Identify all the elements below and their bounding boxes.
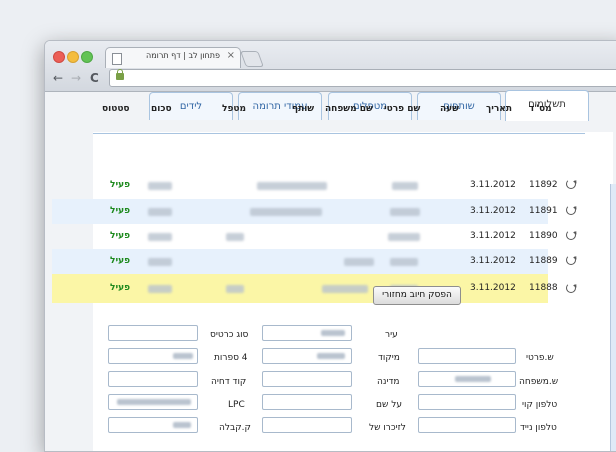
- country-field[interactable]: [262, 371, 352, 387]
- header-time[interactable]: שעה: [440, 104, 459, 114]
- label-lpc: LPC: [228, 400, 245, 410]
- redacted-first-name: [388, 233, 420, 241]
- row-status: פעיל: [110, 206, 131, 216]
- table-row-highlighted[interactable]: 11888 3.11.2012 פעיל: [52, 274, 576, 303]
- zip-field[interactable]: [262, 348, 352, 364]
- header-status[interactable]: סטטוס: [102, 104, 130, 114]
- city-field[interactable]: [262, 325, 352, 341]
- tabs-divider: [93, 133, 585, 134]
- decline-code-field[interactable]: [108, 371, 198, 387]
- table-row[interactable]: 11892 3.11.2012 פעיל: [52, 173, 576, 198]
- row-id: 11889: [529, 256, 558, 266]
- refresh-icon[interactable]: [566, 255, 576, 265]
- redacted-first-name: [392, 182, 418, 190]
- label-last-4-digits: 4 ספרות: [214, 353, 248, 363]
- label-zip: מיקוד: [378, 353, 400, 363]
- reload-icon[interactable]: C: [90, 71, 99, 85]
- row-date: 3.11.2012: [470, 283, 516, 293]
- stop-recurring-charge-button[interactable]: הפסק חיוב מחזורי: [373, 286, 461, 305]
- row-date: 3.11.2012: [470, 206, 516, 216]
- lpc-field[interactable]: [108, 394, 198, 410]
- close-window-button[interactable]: [53, 51, 65, 63]
- redacted-amount: [148, 285, 172, 293]
- redacted-partner: [257, 182, 327, 190]
- row-date: 3.11.2012: [470, 180, 516, 190]
- redacted-handler: [226, 285, 244, 293]
- redacted-amount: [148, 233, 172, 241]
- forward-icon[interactable]: →: [71, 71, 81, 85]
- label-city: עיר: [385, 330, 398, 340]
- redacted-partner: [250, 208, 322, 216]
- page-icon: [112, 53, 122, 65]
- lock-icon: [116, 69, 124, 80]
- redacted-first-name: [390, 208, 420, 216]
- refresh-icon[interactable]: [566, 179, 576, 189]
- redacted-amount: [148, 258, 172, 266]
- redacted-last-name: [322, 285, 368, 293]
- row-id: 11891: [529, 206, 558, 216]
- label-last-name: ש.משפחה: [519, 377, 559, 387]
- label-on-behalf: על שם: [376, 400, 402, 410]
- browser-chrome: פתחון לב | דף תרומה × ← → C: [45, 41, 616, 92]
- on-behalf-field[interactable]: [262, 394, 352, 410]
- label-first-name: ש.פרטי: [526, 353, 554, 363]
- minimize-window-button[interactable]: [67, 51, 79, 63]
- table-row[interactable]: 11889 3.11.2012 פעיל: [52, 249, 576, 274]
- redacted-last-name: [344, 258, 374, 266]
- close-tab-icon[interactable]: ×: [227, 50, 235, 61]
- table-row[interactable]: 11891 3.11.2012 פעיל: [52, 199, 576, 224]
- receipt-field[interactable]: [108, 417, 198, 433]
- header-last-name[interactable]: שם משפחה: [325, 104, 373, 114]
- label-landline: טלפון קוי: [522, 400, 558, 410]
- header-handler[interactable]: מטפל: [222, 104, 246, 114]
- label-decline-code: קוד דחיה: [211, 377, 247, 387]
- browser-tab[interactable]: פתחון לב | דף תרומה ×: [105, 47, 241, 68]
- header-first-name[interactable]: שם פרטי: [384, 104, 420, 114]
- back-icon[interactable]: ←: [53, 71, 63, 85]
- row-id: 11890: [529, 231, 558, 241]
- redacted-handler: [226, 233, 244, 241]
- label-receipt: ק.קבלה: [219, 423, 251, 433]
- row-date: 3.11.2012: [470, 256, 516, 266]
- address-bar[interactable]: [109, 69, 616, 87]
- row-id: 11888: [529, 283, 558, 293]
- mobile-field[interactable]: [418, 417, 516, 433]
- landline-field[interactable]: [418, 394, 516, 410]
- zoom-window-button[interactable]: [81, 51, 93, 63]
- row-status: פעיל: [110, 256, 131, 266]
- label-in-memory: לזיכרו של: [369, 423, 406, 433]
- header-date[interactable]: תאריך: [486, 104, 512, 114]
- last-name-field[interactable]: [418, 371, 516, 387]
- last-4-digits-field[interactable]: [108, 348, 198, 364]
- in-memory-field[interactable]: [262, 417, 352, 433]
- new-tab-button[interactable]: [240, 51, 264, 67]
- table-row[interactable]: 11890 3.11.2012 פעיל: [52, 224, 576, 249]
- row-status: פעיל: [110, 231, 131, 241]
- label-card-type: סוג כרטיס: [210, 330, 249, 340]
- side-rail: [610, 184, 616, 451]
- card-type-field[interactable]: [108, 325, 198, 341]
- first-name-field[interactable]: [418, 348, 516, 364]
- refresh-icon[interactable]: [566, 205, 576, 215]
- row-id: 11892: [529, 180, 558, 190]
- label-country: מדינה: [377, 377, 400, 387]
- refresh-icon[interactable]: [566, 230, 576, 240]
- redacted-amount: [148, 182, 172, 190]
- row-status: פעיל: [110, 180, 131, 190]
- redacted-amount: [148, 208, 172, 216]
- header-partner[interactable]: שותף: [292, 104, 314, 114]
- header-amount[interactable]: סכום: [151, 104, 172, 114]
- header-id[interactable]: מס"ד: [529, 104, 552, 114]
- browser-tab-title: פתחון לב | דף תרומה: [146, 51, 220, 60]
- row-date: 3.11.2012: [470, 231, 516, 241]
- row-status: פעיל: [110, 283, 131, 293]
- label-mobile: טלפון נייד: [520, 423, 557, 433]
- redacted-first-name: [390, 258, 418, 266]
- refresh-icon[interactable]: [566, 283, 576, 293]
